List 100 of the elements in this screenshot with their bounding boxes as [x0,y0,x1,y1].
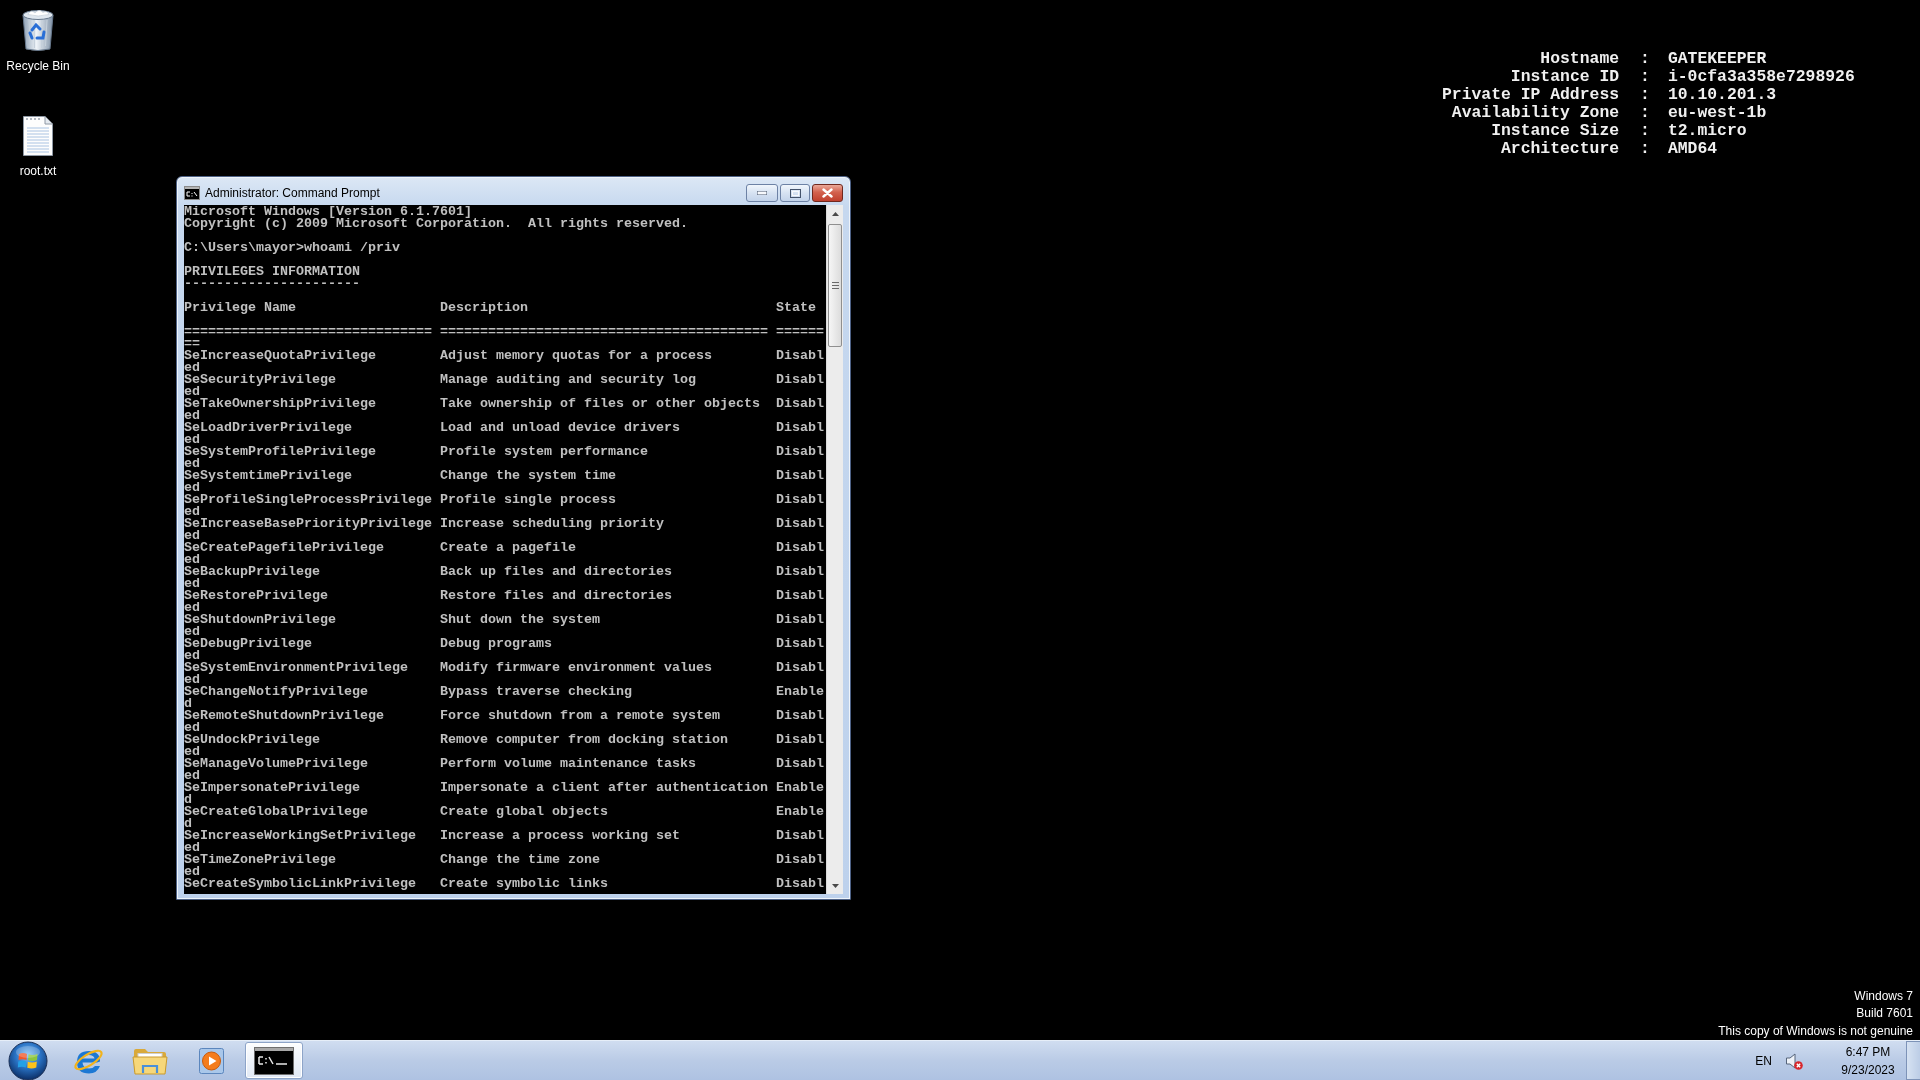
play-icon [197,1045,227,1076]
close-button[interactable] [812,184,843,202]
privilege-description: Bypass traverse checking [440,686,632,698]
table-rule: =============================== [184,326,432,338]
privilege-state: ed [184,482,200,494]
info-value: 10.10.201.3 [1667,86,1777,105]
privilege-name: SeManageVolumePrivilege [184,758,368,770]
privilege-state: Disabl [776,662,824,674]
privilege-state: ed [184,722,200,734]
privilege-name: SeProfileSingleProcessPrivilege [184,494,432,506]
privilege-name: SeBackupPrivilege [184,566,320,578]
console-line: PRIVILEGES INFORMATION [184,266,360,278]
privilege-state: ed [184,674,200,686]
privilege-state: Enable [776,782,824,794]
privilege-name: SeSystemtimePrivilege [184,470,352,482]
minimize-button[interactable] [746,184,778,202]
privilege-description: Shut down the system [440,614,600,626]
privilege-description: Back up files and directories [440,566,672,578]
privilege-name: SeImpersonatePrivilege [184,782,360,794]
privilege-description: Increase a process working set [440,830,680,842]
privilege-description: Manage auditing and security log [440,374,696,386]
clock-date[interactable]: 9/23/2023 [1841,1060,1895,1079]
terminal-icon [254,1046,294,1075]
notice-text: Windows 7 [1854,987,1913,1005]
desktop-icon-label[interactable]: Recycle Bin [6,59,70,73]
privilege-state: ed [184,410,200,422]
privilege-state: Disabl [776,638,824,650]
muted-speaker-icon[interactable] [1785,1051,1803,1070]
info-separator: : [1640,50,1650,69]
privilege-state: ed [184,434,200,446]
privilege-state: ed [184,602,200,614]
privilege-state: ed [184,386,200,398]
notice-text: Build 7601 [1856,1005,1913,1022]
info-separator: : [1640,104,1650,123]
desktop-icon-label[interactable]: root.txt [19,164,57,178]
privilege-description: Profile single process [440,494,616,506]
table-rule: ====== [776,326,824,338]
column-header: Description [440,302,528,314]
scroll-thumb[interactable] [828,224,842,347]
privilege-state: Disabl [776,470,824,482]
privilege-name: SeRemoteShutdownPrivilege [184,710,384,722]
maximize-button[interactable] [780,184,810,202]
privilege-name: SeShutdownPrivilege [184,614,336,626]
info-label: Hostname [1540,50,1620,69]
privilege-state: Disabl [776,518,824,530]
table-rule: == [184,338,200,350]
privilege-description: Profile system performance [440,446,648,458]
privilege-state: Disabl [776,878,824,890]
language-indicator[interactable]: EN [1755,1053,1772,1068]
info-label: Private IP Address [1442,86,1620,105]
privilege-state: Disabl [776,446,824,458]
privilege-name: SeRestorePrivilege [184,590,328,602]
privilege-name: SeCreateGlobalPrivilege [184,806,368,818]
caret-up-icon [831,211,839,216]
privilege-state: ed [184,458,200,470]
privilege-state: Disabl [776,590,824,602]
privilege-name: SeIncreaseBasePriorityPrivilege [184,518,432,530]
info-separator: : [1640,68,1650,87]
privilege-name: SeDebugPrivilege [184,638,312,650]
recycle-bin-icon[interactable] [20,8,56,52]
privilege-description: Create global objects [440,806,608,818]
privilege-state: ed [184,650,200,662]
window-title: Administrator: Command Prompt [205,186,380,200]
privilege-state: Disabl [776,422,824,434]
privilege-name: SeLoadDriverPrivilege [184,422,352,434]
scrollbar[interactable] [826,205,843,894]
privilege-state: ed [184,578,200,590]
maximize-icon [789,188,801,198]
privilege-description: Create symbolic links [440,878,608,890]
privilege-description: Take ownership of files or other objects [440,398,760,410]
text-file-icon[interactable] [22,115,54,157]
column-header: State [776,302,816,314]
privilege-name: SeSystemEnvironmentPrivilege [184,662,408,674]
privilege-state: Disabl [776,542,824,554]
privilege-description: Change the system time [440,470,616,482]
info-value: eu-west-1b [1667,104,1767,123]
privilege-name: SeIncreaseQuotaPrivilege [184,350,376,362]
console-line: C:\Users\mayor>whoami /priv [184,242,400,254]
privilege-name: SeTimeZonePrivilege [184,854,336,866]
privilege-state: ed [184,626,200,638]
privilege-description: Impersonate a client after authentication [440,782,768,794]
privilege-name: SeTakeOwnershipPrivilege [184,398,376,410]
info-separator: : [1640,122,1650,141]
flag-orb-icon [8,1040,48,1080]
privilege-state: ed [184,770,200,782]
privilege-description: Restore files and directories [440,590,672,602]
privilege-state: Disabl [776,614,824,626]
privilege-state: d [184,698,192,710]
terminal-icon [184,185,200,201]
taskbar-button[interactable] [245,1042,303,1079]
privilege-name: SeCreateSymbolicLinkPrivilege [184,878,416,890]
info-label: Instance Size [1491,122,1620,141]
privilege-description: Remove computer from docking station [440,734,728,746]
privilege-state: ed [184,530,200,542]
info-label: Availability Zone [1451,104,1620,123]
clock-time[interactable]: 6:47 PM [1845,1042,1891,1061]
info-value: AMD64 [1667,140,1718,159]
privilege-state: Disabl [776,350,824,362]
privilege-description: Change the time zone [440,854,600,866]
privilege-description: Load and unload device drivers [440,422,680,434]
